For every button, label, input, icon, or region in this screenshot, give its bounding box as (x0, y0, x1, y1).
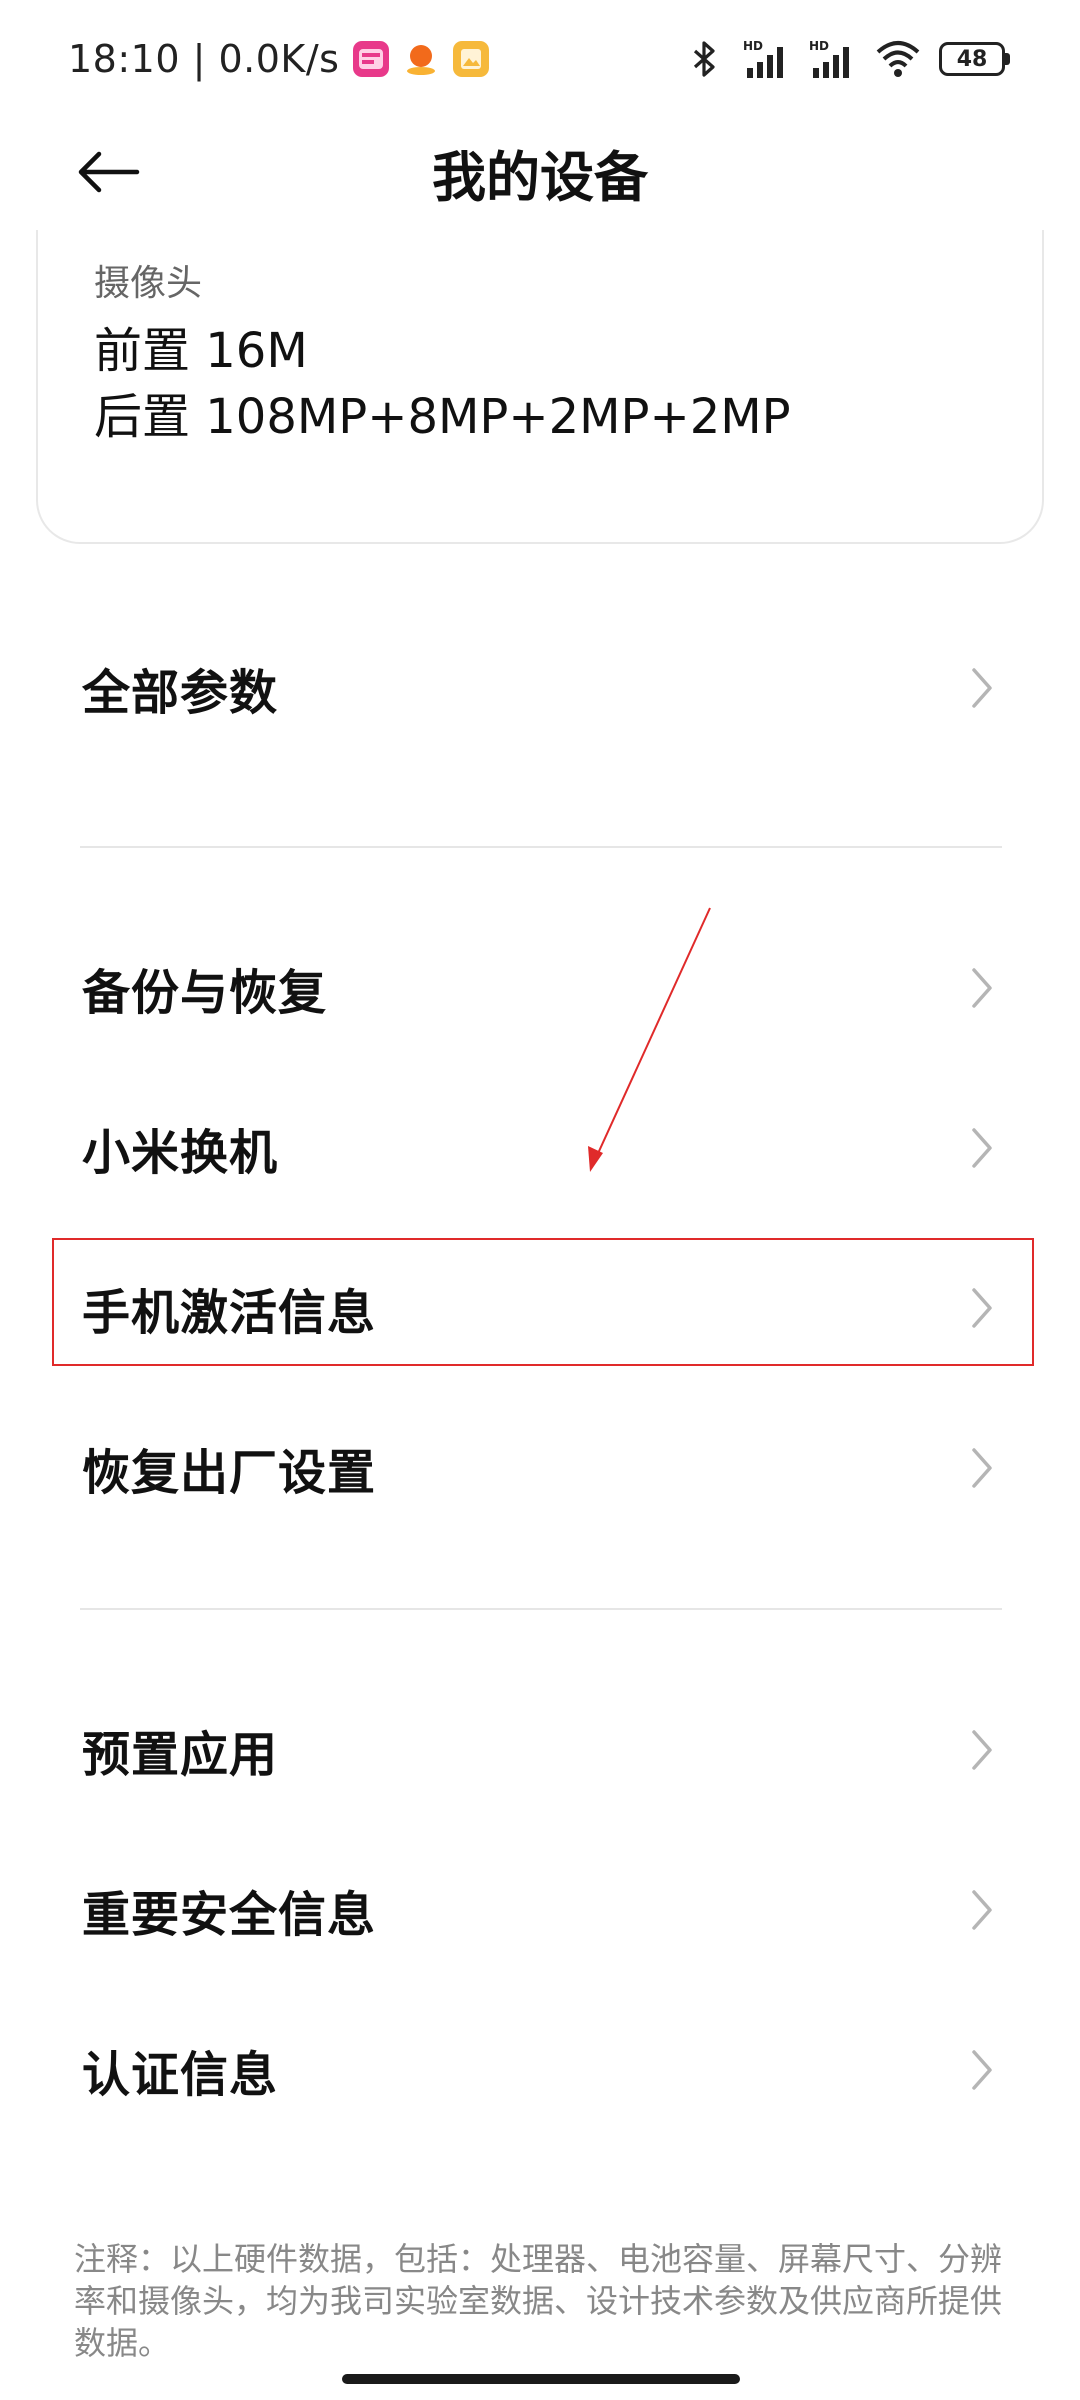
preinstalled-apps-label: 预置应用 (82, 1727, 279, 1783)
promo-app-icon (353, 41, 390, 77)
divider (80, 1608, 1002, 1610)
header: 我的设备 (0, 118, 1080, 226)
rear-camera-value: 后置 108MP+8MP+2MP+2MP (94, 389, 791, 445)
camera-card: 摄像头 前置 16M 后置 108MP+8MP+2MP+2MP (36, 230, 1044, 544)
cellular-signal-2-icon: HD (809, 39, 849, 78)
annotation-highlight-box (52, 1238, 1034, 1366)
mi-mover-label: 小米换机 (82, 1125, 279, 1181)
bluetooth-icon (693, 41, 715, 77)
chevron-right-icon (972, 668, 992, 708)
page-title: 我的设备 (432, 145, 648, 209)
chevron-right-icon (972, 1128, 992, 1168)
home-indicator[interactable] (342, 2374, 740, 2384)
battery-level: 48 (939, 42, 1005, 76)
front-camera-value: 前置 16M (94, 323, 308, 379)
list-item-safety-info[interactable]: 重要安全信息 (0, 1830, 1080, 1990)
battery-tip (1005, 53, 1010, 65)
camera-label: 摄像头 (94, 263, 203, 304)
safety-info-label: 重要安全信息 (82, 1887, 377, 1943)
chevron-right-icon (972, 1730, 992, 1770)
status-right: HD HD 48 (683, 38, 1010, 80)
status-time-speed: 18:10 | 0.0K/s (68, 37, 340, 81)
svg-text:HD: HD (809, 39, 829, 53)
cellular-signal-icon: HD (743, 39, 783, 78)
list-item-factory-reset[interactable]: 恢复出厂设置 (0, 1388, 1080, 1548)
status-bar: 18:10 | 0.0K/s HD HD 48 (0, 0, 1080, 118)
back-arrow-icon (78, 151, 140, 193)
hardware-data-footnote: 注释：以上硬件数据，包括：处理器、电池容量、屏幕尺寸、分辨率和摄像头，均为我司实… (74, 2240, 1003, 2362)
divider (80, 846, 1002, 848)
list-item-mi-mover[interactable]: 小米换机 (0, 1068, 1080, 1228)
certification-label: 认证信息 (82, 2047, 279, 2103)
chevron-right-icon (972, 1448, 992, 1488)
factory-reset-label: 恢复出厂设置 (82, 1445, 377, 1501)
back-button[interactable] (72, 144, 144, 200)
orange-app-icon (403, 41, 439, 77)
list-item-backup-restore[interactable]: 备份与恢复 (0, 908, 1080, 1068)
backup-restore-label: 备份与恢复 (82, 965, 328, 1021)
status-left: 18:10 | 0.0K/s (68, 37, 490, 81)
svg-text:HD: HD (743, 39, 763, 53)
battery-indicator: 48 (939, 42, 1010, 76)
chevron-right-icon (972, 2050, 992, 2090)
chevron-right-icon (972, 1890, 992, 1930)
wifi-icon (876, 41, 920, 77)
list-item-all-params[interactable]: 全部参数 (0, 608, 1080, 768)
list-item-certification[interactable]: 认证信息 (0, 1990, 1080, 2150)
chevron-right-icon (972, 968, 992, 1008)
gallery-app-icon (453, 41, 490, 77)
list-item-preinstalled-apps[interactable]: 预置应用 (0, 1670, 1080, 1830)
all-params-label: 全部参数 (82, 665, 279, 721)
